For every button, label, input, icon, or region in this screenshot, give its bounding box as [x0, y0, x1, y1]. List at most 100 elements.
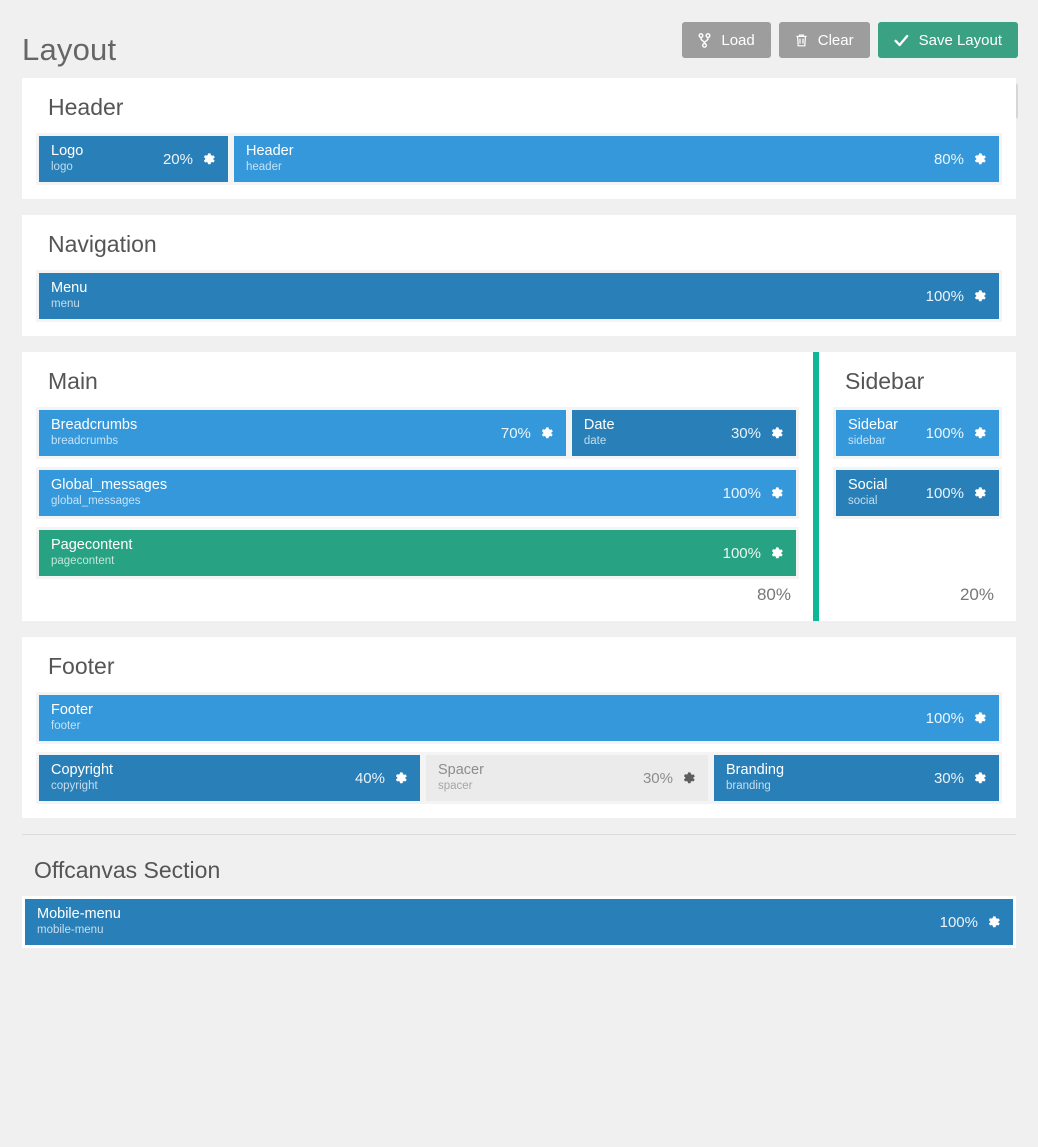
layout-block-date[interactable]: Date date 30%	[572, 410, 796, 456]
layout-block-social[interactable]: Social social 100%	[836, 470, 999, 516]
block-width-percent: 100%	[926, 485, 964, 502]
section-title: Main	[36, 368, 799, 395]
clear-button[interactable]: Clear	[779, 22, 870, 58]
section-title: Footer	[36, 653, 1002, 680]
layout-block-footer[interactable]: Footer footer 100%	[39, 695, 999, 741]
layout-block-breadcrumbs[interactable]: Breadcrumbs breadcrumbs 70%	[39, 410, 566, 456]
block-width-percent: 80%	[934, 151, 964, 168]
block-title: Copyright	[51, 762, 113, 779]
block-labels: Global_messages global_messages	[51, 477, 167, 510]
block-row: Pagecontent pagecontent 100%	[36, 527, 799, 579]
block-width-percent: 100%	[926, 425, 964, 442]
block-title: Social	[848, 477, 888, 494]
gear-icon[interactable]	[973, 289, 987, 303]
layout-block-sidebar[interactable]: Sidebar sidebar 100%	[836, 410, 999, 456]
layout-builder-page: Layout Load	[0, 0, 1038, 1147]
block-slot: Sidebar sidebar 100%	[836, 410, 999, 456]
gear-icon[interactable]	[770, 426, 784, 440]
block-slot: Pagecontent pagecontent 100%	[39, 530, 796, 576]
block-meta: 70%	[501, 425, 554, 442]
block-row: Menu menu 100%	[36, 270, 1002, 322]
block-meta: 100%	[723, 485, 784, 502]
layout-block-menu[interactable]: Menu menu 100%	[39, 273, 999, 319]
section-title: Header	[36, 94, 1002, 121]
block-width-percent: 100%	[926, 710, 964, 727]
block-labels: Copyright copyright	[51, 762, 113, 795]
layout-block-spacer[interactable]: Spacer spacer 30%	[426, 755, 708, 801]
gear-icon[interactable]	[973, 426, 987, 440]
section-card-main-sidebar: Main Breadcrumbs breadcrumbs 70%	[22, 352, 1016, 621]
block-labels: Pagecontent pagecontent	[51, 537, 132, 570]
block-width-percent: 100%	[926, 288, 964, 305]
gear-icon[interactable]	[394, 771, 408, 785]
block-key: global_messages	[51, 494, 167, 509]
trash-icon	[795, 33, 808, 48]
section-card-header: Header Logo logo 20%	[22, 78, 1016, 199]
gear-icon[interactable]	[770, 486, 784, 500]
page-header: Layout Load	[0, 0, 1038, 78]
block-key: branding	[726, 779, 784, 794]
block-row: Sidebar sidebar 100%	[833, 407, 1002, 459]
block-row: Copyright copyright 40% Spacer spac	[36, 752, 1002, 804]
block-key: logo	[51, 160, 83, 175]
block-key: footer	[51, 719, 93, 734]
block-key: spacer	[438, 779, 484, 794]
check-icon	[894, 34, 909, 47]
gear-icon[interactable]	[540, 426, 554, 440]
gear-icon[interactable]	[973, 771, 987, 785]
save-layout-button[interactable]: Save Layout	[878, 22, 1018, 58]
layout-block-copyright[interactable]: Copyright copyright 40%	[39, 755, 420, 801]
block-width-percent: 30%	[643, 770, 673, 787]
layout-block-global-messages[interactable]: Global_messages global_messages 100%	[39, 470, 796, 516]
block-labels: Mobile-menu mobile-menu	[37, 906, 121, 939]
block-title: Branding	[726, 762, 784, 779]
layout-block-mobile-menu[interactable]: Mobile-menu mobile-menu 100%	[25, 899, 1013, 945]
block-title: Breadcrumbs	[51, 417, 137, 434]
gear-icon[interactable]	[973, 711, 987, 725]
block-labels: Header header	[246, 143, 294, 176]
block-title: Logo	[51, 143, 83, 160]
gear-icon[interactable]	[973, 152, 987, 166]
block-row: Global_messages global_messages 100%	[36, 467, 799, 519]
block-meta: 100%	[926, 485, 987, 502]
block-width-percent: 70%	[501, 425, 531, 442]
sidebar-width-label: 20%	[833, 579, 1002, 607]
block-title: Mobile-menu	[37, 906, 121, 923]
block-key: breadcrumbs	[51, 434, 137, 449]
block-labels: Logo logo	[51, 143, 83, 176]
section-title: Sidebar	[833, 368, 1002, 395]
gear-icon[interactable]	[682, 771, 696, 785]
header-actions: Load Clear	[682, 22, 1018, 58]
block-labels: Breadcrumbs breadcrumbs	[51, 417, 137, 450]
block-title: Global_messages	[51, 477, 167, 494]
block-meta: 100%	[723, 545, 784, 562]
block-meta: 30%	[643, 770, 696, 787]
block-title: Pagecontent	[51, 537, 132, 554]
layout-block-header[interactable]: Header header 80%	[234, 136, 999, 182]
block-labels: Menu menu	[51, 280, 87, 313]
layout-block-pagecontent[interactable]: Pagecontent pagecontent 100%	[39, 530, 796, 576]
branch-icon	[698, 33, 711, 48]
save-layout-button-label: Save Layout	[919, 33, 1002, 48]
block-key: sidebar	[848, 434, 898, 449]
layout-block-branding[interactable]: Branding branding 30%	[714, 755, 999, 801]
gear-icon[interactable]	[973, 486, 987, 500]
block-width-percent: 40%	[355, 770, 385, 787]
block-row: Logo logo 20% Header header	[36, 133, 1002, 185]
gear-icon[interactable]	[770, 546, 784, 560]
block-key: menu	[51, 297, 87, 312]
block-row: Mobile-menu mobile-menu 100%	[22, 896, 1016, 948]
block-meta: 40%	[355, 770, 408, 787]
block-title: Footer	[51, 702, 93, 719]
layout-block-logo[interactable]: Logo logo 20%	[39, 136, 228, 182]
block-title: Menu	[51, 280, 87, 297]
gear-icon[interactable]	[987, 915, 1001, 929]
main-blocks: Breadcrumbs breadcrumbs 70%	[36, 407, 799, 579]
block-slot: Breadcrumbs breadcrumbs 70%	[39, 410, 569, 456]
load-button[interactable]: Load	[682, 22, 770, 58]
block-width-percent: 30%	[934, 770, 964, 787]
block-width-percent: 100%	[723, 545, 761, 562]
block-row: Breadcrumbs breadcrumbs 70%	[36, 407, 799, 459]
gear-icon[interactable]	[202, 152, 216, 166]
block-width-percent: 100%	[940, 914, 978, 931]
